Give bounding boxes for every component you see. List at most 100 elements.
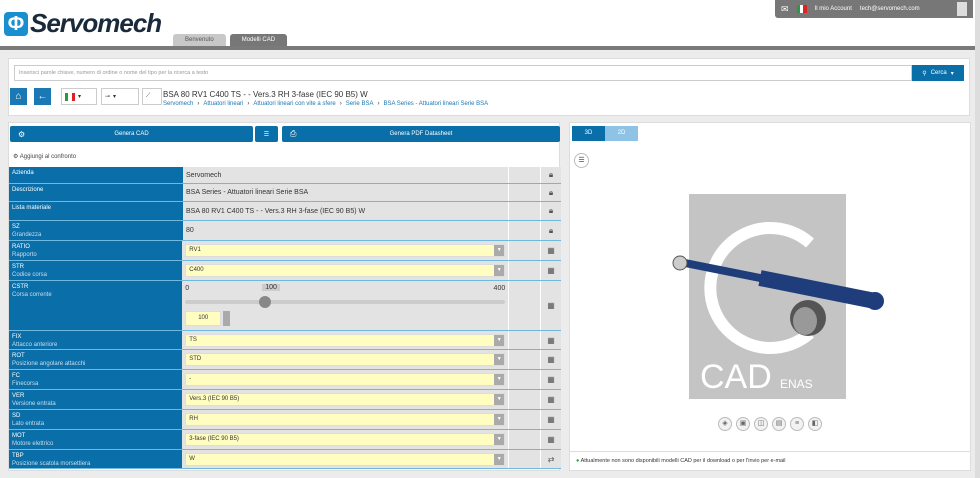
table-icon[interactable]: ▦ xyxy=(541,350,561,369)
parameter-select[interactable]: RV1 ▼ xyxy=(185,244,506,257)
chevron-down-icon: ▼ xyxy=(494,265,505,276)
chevron-down-icon: ▾ xyxy=(950,70,954,77)
parameter-row-sd: SD Lato entrata RH ▼ ▦ xyxy=(9,410,561,430)
chevron-down-icon: ▼ xyxy=(494,334,505,346)
cad-preview[interactable]: CAD ENAS xyxy=(660,183,900,403)
slider-max: 400 xyxy=(493,284,506,292)
parameter-select[interactable]: - ▼ xyxy=(185,373,506,386)
parameter-value: 80 xyxy=(186,227,194,234)
table-icon[interactable]: ▦ xyxy=(541,430,561,449)
parameter-row-mot: MOT Motore elettrico 3-fase (IEC 90 B5) ▼ ▦ xyxy=(9,430,561,450)
language-dropdown[interactable]: ▾ xyxy=(61,88,97,105)
generate-pdf-button[interactable]: ⎙ Genera PDF Datasheet xyxy=(282,126,560,142)
home-button[interactable]: ⌂ xyxy=(10,88,27,105)
servomech-logo[interactable]: Φ Servomech xyxy=(4,8,162,39)
parameter-row-str: STR Codice corsa C400 ▼ ▦ xyxy=(9,261,561,281)
parameter-code: CSTR xyxy=(12,284,29,290)
options-list-button[interactable]: ☰ xyxy=(255,126,278,142)
view-top-icon[interactable]: ◫ xyxy=(754,417,768,431)
parameter-select[interactable]: STD ▼ xyxy=(185,353,506,366)
parameter-code: MOT xyxy=(12,433,26,439)
tab-3d[interactable]: 3D xyxy=(572,126,605,141)
breadcrumb-item[interactable]: BSA Series - Attuatori lineari Serie BSA xyxy=(383,101,488,107)
generate-cad-button[interactable]: ⚙ Genera CAD xyxy=(10,126,253,142)
parameter-code: RATIO xyxy=(12,244,30,250)
view-perspective-icon[interactable]: ◈ xyxy=(718,417,732,431)
parameter-row-ver: VER Versione entrata Vers.3 (IEC 90 B5) ▼ ▦ xyxy=(9,390,561,410)
breadcrumb-item[interactable]: Attuatori lineari con vite a sfere xyxy=(253,101,335,107)
account-link[interactable]: Il mio Account xyxy=(815,6,852,12)
add-to-compare-link[interactable]: ⚙ Aggiungi al confronto xyxy=(13,153,76,160)
view-front-icon[interactable]: ▣ xyxy=(736,417,750,431)
italy-flag-icon[interactable] xyxy=(796,5,807,13)
view-toolbar: ◈ ▣ ◫ ▤ ≡ ◧ xyxy=(718,417,822,431)
search-button[interactable]: ⚲ Cerca ▾ xyxy=(912,65,964,81)
info-icon: ● xyxy=(576,458,580,464)
header: Φ Servomech Benvenuto Modelli CAD ✉ Il mi… xyxy=(0,0,975,47)
list-icon[interactable]: ☰ xyxy=(574,153,589,168)
view-iso-icon[interactable]: ◧ xyxy=(808,417,822,431)
view-layers-icon[interactable]: ≡ xyxy=(790,417,804,431)
page-scrollbar[interactable] xyxy=(975,0,980,478)
swap-icon[interactable]: ⇄ xyxy=(541,450,561,468)
stepper-arrows[interactable] xyxy=(223,310,231,326)
stroke-input[interactable]: 100 xyxy=(185,310,222,326)
table-icon[interactable]: ▦ xyxy=(541,261,561,280)
configurator-panel: ⚙ Genera CAD ☰ ⎙ Genera PDF Datasheet ⚙ Ag… xyxy=(8,122,561,471)
parameter-description: Corsa corrente xyxy=(12,292,52,298)
parameter-description: Posizione angolare attacchi xyxy=(12,361,86,367)
parameter-select[interactable]: W ▼ xyxy=(185,452,506,466)
parameter-code: FC xyxy=(12,373,20,379)
breadcrumb: Servomech › Attuatori lineari › Attuatori … xyxy=(163,101,489,107)
stroke-slider[interactable] xyxy=(185,295,506,308)
chevron-down-icon: ▼ xyxy=(494,453,505,465)
slider-handle[interactable] xyxy=(259,295,272,308)
table-icon[interactable]: ▦ xyxy=(541,281,561,330)
parameter-select[interactable]: C400 ▼ xyxy=(185,264,506,277)
chevron-down-icon: ▼ xyxy=(494,434,505,445)
chevron-down-icon: ▼ xyxy=(494,245,505,256)
chevron-down-icon: ▼ xyxy=(494,374,505,385)
parameter-description: Lato entrata xyxy=(12,421,45,427)
parameter-table: Azienda Servomech 🔒︎ Descrizione BSA Series … xyxy=(9,167,561,469)
parameter-row-sz: SZ Grandezza 80 🔒︎ xyxy=(9,221,561,241)
table-icon[interactable]: ▦ xyxy=(541,241,561,260)
parameter-description: Finecorsa xyxy=(12,381,39,387)
parameter-code: STR xyxy=(12,264,24,270)
lock-icon: 🔒︎ xyxy=(541,202,561,220)
parameter-value: BSA 80 RV1 C400 TS - - Vers.3 RH 3-fase … xyxy=(186,207,366,215)
table-icon[interactable]: ▦ xyxy=(541,390,561,409)
parameter-code: SZ xyxy=(12,224,20,230)
back-button[interactable]: ← xyxy=(34,88,51,105)
unit-dropdown[interactable]: ⊸ ▾ xyxy=(101,88,139,105)
mail-icon[interactable]: ✉ xyxy=(781,4,789,15)
search-icon: ⚲ xyxy=(922,70,927,77)
compare-icon: ⚙ xyxy=(13,154,19,160)
view-side-icon[interactable]: ▤ xyxy=(772,417,786,431)
user-email[interactable]: tech@servomech.com xyxy=(860,6,920,12)
parameter-row-fix: FIX Attacco anteriore TS ▼ ▦ xyxy=(9,331,561,350)
parameter-row-rot: ROT Posizione angolare attacchi STD ▼ ▦ xyxy=(9,350,561,370)
table-icon[interactable]: ▦ xyxy=(541,410,561,429)
breadcrumb-item[interactable]: Attuatori lineari xyxy=(203,101,243,107)
parameter-select[interactable]: TS ▼ xyxy=(185,333,506,347)
table-icon[interactable]: ▦ xyxy=(541,370,561,389)
parameter-code: VER xyxy=(12,393,25,399)
account-bar: ✉ Il mio Account tech@servomech.com xyxy=(775,0,973,18)
parameter-select[interactable]: 3-fase (IEC 90 B5) ▼ xyxy=(185,433,506,446)
parameter-description: Attacco anteriore xyxy=(12,342,58,348)
parameter-row-azienda: Azienda Servomech 🔒︎ xyxy=(9,167,561,184)
svg-text:CAD: CAD xyxy=(700,358,772,396)
table-icon[interactable]: ▦ xyxy=(541,331,561,349)
breadcrumb-item[interactable]: Serie BSA xyxy=(346,101,374,107)
parameter-description: Rapporto xyxy=(12,252,37,258)
breadcrumb-item[interactable]: Servomech xyxy=(163,101,193,107)
search-input[interactable]: Inserisci parole chiave, numero di ordin… xyxy=(14,65,912,81)
avatar[interactable] xyxy=(957,2,967,16)
cad-status-message: ● Attualmente non sono disponibili model… xyxy=(570,451,970,471)
tab-2d[interactable]: 2D xyxy=(605,126,638,141)
parameter-value: BSA Series - Attuatori lineari Serie BSA xyxy=(186,189,309,196)
parameter-select[interactable]: Vers.3 (IEC 90 B5) ▼ xyxy=(185,393,506,406)
parameter-select[interactable]: RH ▼ xyxy=(185,413,506,426)
slider-min: 0 xyxy=(185,284,190,292)
